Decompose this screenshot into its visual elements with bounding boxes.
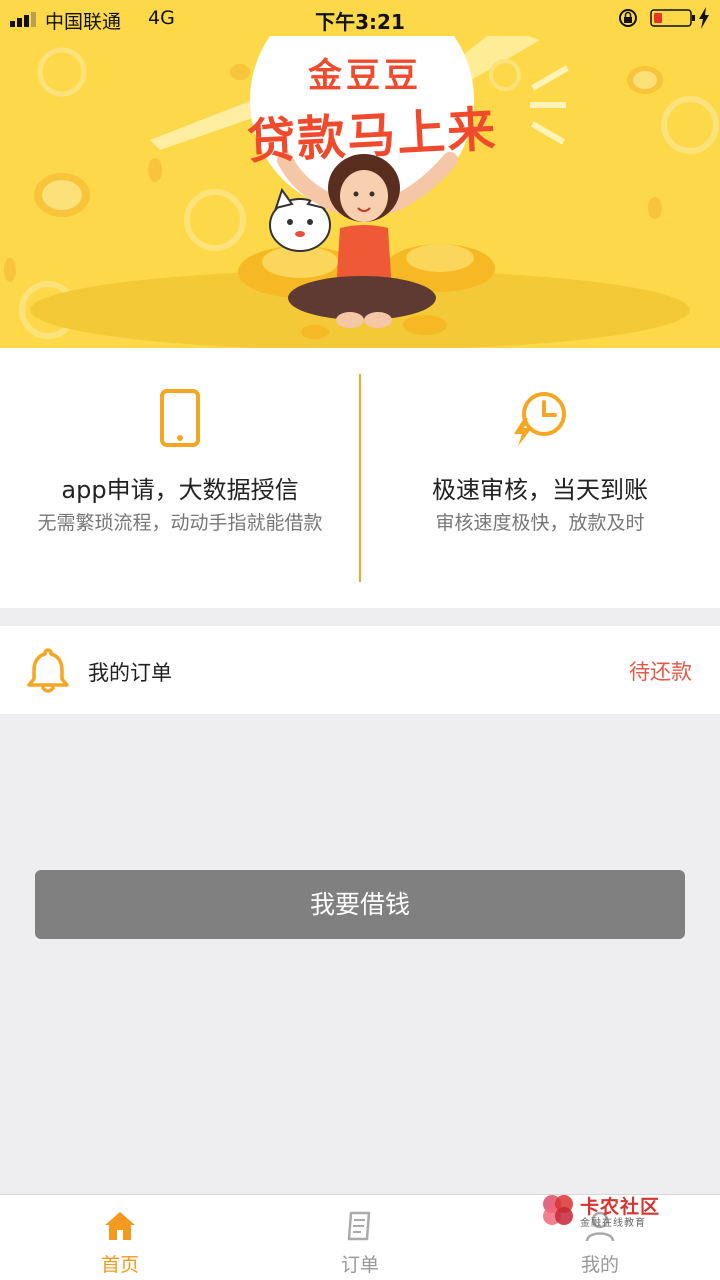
feature-title: 极速审核，当天到账 (432, 476, 648, 504)
phone-icon (160, 389, 200, 447)
charging-bolt-icon (699, 7, 709, 29)
clock: 下午3:21 (315, 10, 405, 34)
my-orders-label: 我的订单 (88, 661, 172, 685)
rotation-lock-icon (619, 9, 637, 27)
feature-description: 审核速度极快，放款及时 (435, 512, 645, 534)
watermark-logo-icon (543, 1195, 573, 1225)
battery-icon (650, 9, 695, 27)
order-icon (347, 1211, 371, 1241)
my-orders-row[interactable]: 我的订单 待还款 (0, 626, 720, 714)
borrow-money-button[interactable]: 我要借钱 (35, 870, 685, 939)
tab-label: 首页 (100, 1254, 139, 1276)
order-status[interactable]: 待还款 (629, 656, 692, 686)
tab-label: 订单 (340, 1254, 379, 1276)
feature-app-apply: app申请，大数据授信 无需繁琐流程，动动手指就能借款 (0, 348, 360, 608)
home-icon (105, 1212, 135, 1240)
feature-description: 无需繁琐流程，动动手指就能借款 (37, 512, 323, 534)
banner-brand: 金豆豆 (308, 56, 422, 96)
tab-orders[interactable]: 订单 (240, 1195, 480, 1280)
status-bar: 中国联通 4G 下午3:21 (0, 0, 720, 36)
bell-icon (27, 648, 69, 693)
tab-label: 我的 (580, 1254, 619, 1276)
watermark: 卡农社区 金融在线教育 (540, 1190, 670, 1230)
feature-fast-review: 极速审核，当天到账 审核速度极快，放款及时 (360, 348, 720, 608)
tab-home[interactable]: 首页 (0, 1195, 240, 1280)
fast-clock-icon (514, 392, 566, 446)
banner-slogan: 贷款马上来 (245, 101, 499, 171)
feature-section: app申请，大数据授信 无需繁琐流程，动动手指就能借款 极速审核，当天到账 审核… (0, 348, 720, 608)
hero-banner[interactable]: 金豆豆 贷款马上来 (0, 0, 720, 348)
watermark-subtitle: 金融在线教育 (580, 1218, 646, 1229)
feature-title: app申请，大数据授信 (61, 476, 299, 504)
